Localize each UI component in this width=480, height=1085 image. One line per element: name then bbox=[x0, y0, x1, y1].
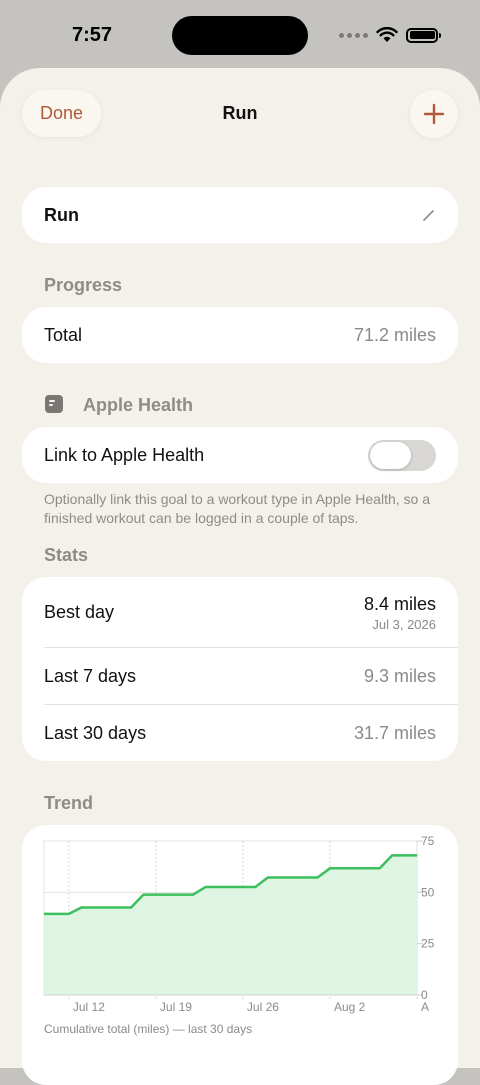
last-7-days-value: 9.3 miles bbox=[363, 666, 436, 686]
battery-icon bbox=[406, 27, 441, 43]
best-day-value: 8.4 miles bbox=[363, 593, 436, 614]
trend-chart: 0255075Jul 12 Jul 19 Jul 26 Aug 2A bbox=[43, 834, 435, 1014]
total-row: Total 71.2 miles bbox=[22, 307, 458, 363]
x-tick-label: Jul 19 bbox=[160, 1000, 192, 1014]
progress-card: Total 71.2 miles bbox=[22, 307, 458, 363]
x-tick-label: A bbox=[421, 1000, 429, 1014]
add-button[interactable] bbox=[410, 90, 458, 138]
y-tick-label: 75 bbox=[421, 834, 435, 848]
chart-caption: Cumulative total (miles) — last 30 days bbox=[44, 1022, 253, 1036]
status-icons bbox=[339, 24, 441, 46]
x-tick-label: Jul 12 bbox=[73, 1000, 105, 1014]
dynamic-island bbox=[172, 16, 308, 55]
link-health-row: Link to Apple Health bbox=[22, 427, 458, 483]
link-health-label: Link to Apple Health bbox=[44, 444, 205, 465]
goal-name-card[interactable]: Run bbox=[22, 187, 458, 243]
stats-section-label: Stats bbox=[44, 545, 89, 565]
x-tick-label: Jul 26 bbox=[247, 1000, 279, 1014]
apple-health-card: Link to Apple Health bbox=[22, 427, 458, 483]
apple-health-section-label: Apple Health bbox=[83, 395, 194, 415]
plus-icon bbox=[423, 103, 445, 125]
trend-chart-card: 0 25 50 75 Jul 12 Jul 19 Jul 26 Aug 2A Cumulati… bbox=[22, 825, 458, 1085]
stats-card: Best day 8.4 miles Jul 3, 2026 Last 7 da… bbox=[22, 577, 458, 761]
best-day-date: Jul 3, 2026 bbox=[372, 616, 436, 632]
last-30-days-label: Last 30 days bbox=[44, 722, 147, 743]
status-bar: 7:57 bbox=[0, 0, 480, 70]
trend-section-label: Trend bbox=[44, 793, 94, 813]
page-title: Run bbox=[222, 103, 258, 123]
goal-name: Run bbox=[44, 204, 79, 225]
goal-detail-sheet: Done Run Run Progress Total 71.2 miles A… bbox=[0, 68, 480, 1085]
last-30-days-row: Last 30 days 31.7 miles bbox=[22, 705, 458, 761]
total-value: 71.2 miles bbox=[353, 324, 436, 345]
best-day-row: Best day 8.4 miles Jul 3, 2026 bbox=[22, 577, 458, 648]
pencil-icon[interactable] bbox=[422, 208, 436, 222]
total-label: Total bbox=[44, 324, 83, 345]
last-7-days-label: Last 7 days bbox=[44, 666, 137, 686]
last-30-days-value: 31.7 miles bbox=[353, 722, 436, 743]
toggle-knob bbox=[370, 441, 411, 469]
wifi-icon bbox=[376, 27, 398, 42]
y-tick-label: 25 bbox=[421, 937, 435, 951]
y-tick-label: 50 bbox=[421, 885, 435, 899]
cellular-signal-icon bbox=[339, 32, 368, 38]
best-day-label: Best day bbox=[44, 602, 115, 622]
x-tick-label: Aug 2 bbox=[334, 1000, 366, 1014]
last-7-days-row: Last 7 days 9.3 miles bbox=[22, 648, 458, 705]
progress-section-label: Progress bbox=[44, 275, 123, 295]
status-time: 7:57 bbox=[72, 24, 113, 46]
apple-health-helper-text: Optionally link this goal to a workout t… bbox=[44, 491, 430, 526]
done-button[interactable]: Done bbox=[22, 90, 101, 137]
link-health-toggle[interactable] bbox=[368, 439, 436, 471]
goal-name-row[interactable]: Run bbox=[22, 187, 458, 243]
health-records-icon bbox=[45, 395, 63, 413]
area-fill bbox=[44, 855, 417, 995]
